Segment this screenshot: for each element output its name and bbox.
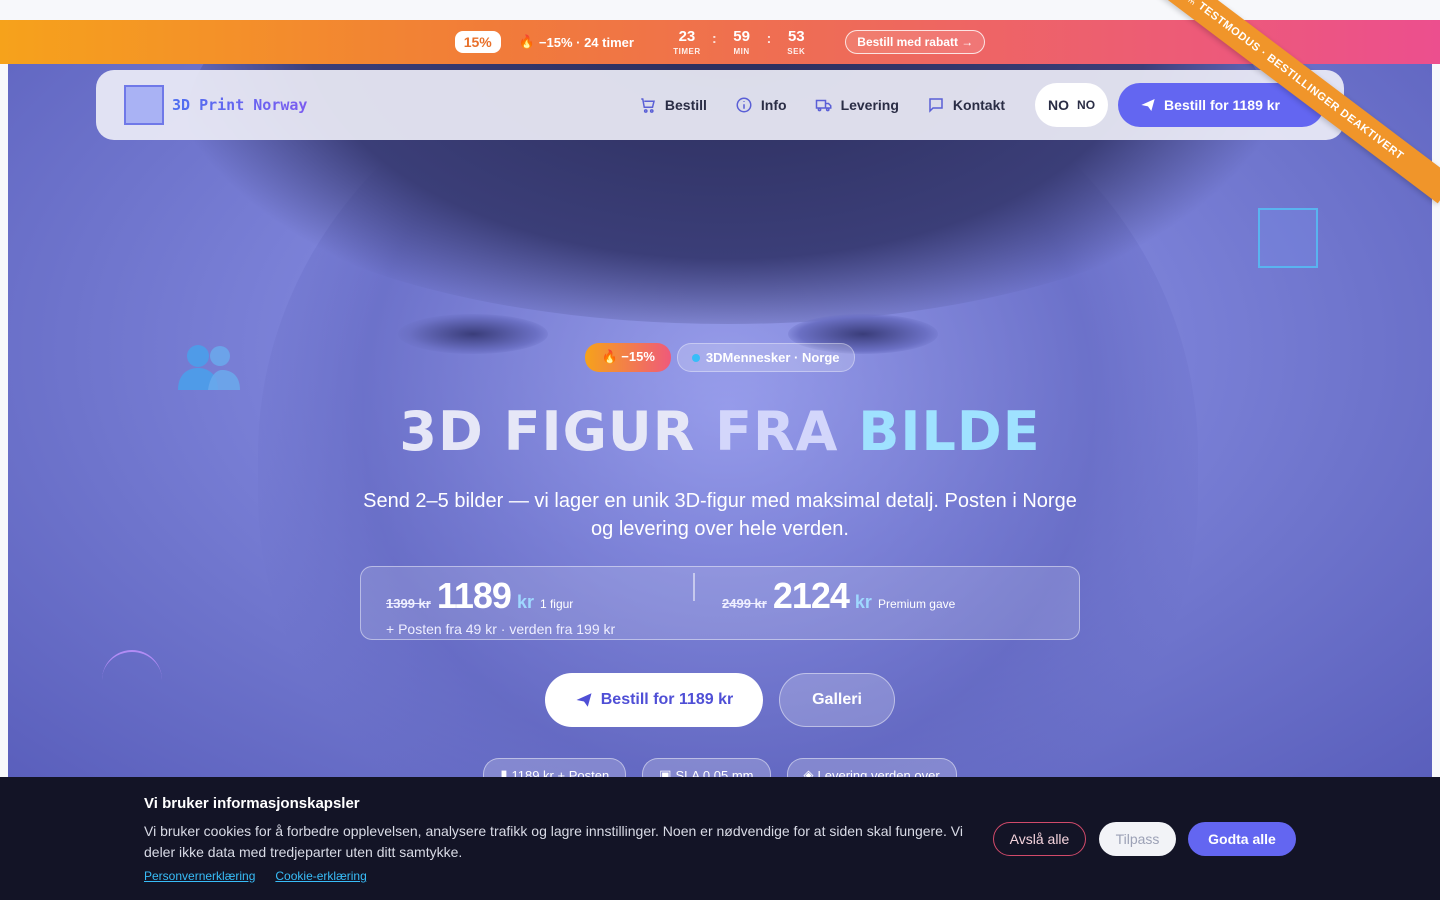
timer-seconds-label: SEK — [787, 46, 806, 56]
nav-link-label: Info — [760, 97, 787, 113]
timer-minutes-label: MIN — [733, 46, 750, 56]
cookie-text: Vi bruker cookies for å forbedre oppleve… — [144, 823, 963, 860]
timer-seconds: 53 SEK — [779, 27, 813, 56]
discount-hot-badge: 🔥 −15% — [585, 343, 671, 372]
fire-icon: 🔥 — [518, 34, 535, 49]
hero-order-label: Bestill for 1189 kr — [600, 691, 734, 708]
language-flag: NO — [1048, 97, 1070, 113]
timer-separator: : — [711, 29, 717, 46]
nav-link-label: Levering — [840, 97, 899, 113]
price-card: 1399 kr 1189 kr 1 figur 2499 kr 2124 kr … — [360, 566, 1080, 640]
promo-order-button[interactable]: Bestill med rabatt → — [845, 30, 986, 54]
status-dot-icon — [691, 353, 700, 362]
timer-seconds-value: 53 — [787, 27, 805, 45]
hero-title-part: FRA — [715, 400, 859, 463]
brand-badge-label: 3DMennesker · Norge — [705, 350, 840, 365]
nav-order-label: Bestill for 1189 kr — [1164, 97, 1280, 113]
old-price: 2499 kr — [722, 596, 767, 611]
timer-minutes-value: 59 — [733, 27, 750, 45]
nav-link-levering[interactable]: Levering — [815, 96, 899, 114]
chat-icon — [929, 98, 943, 113]
cookie-policy-link[interactable]: Cookie-erklæring — [275, 869, 366, 883]
price-note: 1 figur — [539, 597, 574, 611]
send-icon — [576, 693, 592, 707]
hero-subtitle: Send 2–5 bilder — vi lager en unik 3D-fi… — [363, 490, 1077, 540]
deal-label: −15% · 24 timer — [538, 34, 634, 50]
discount-hot-label: −15% — [621, 349, 655, 364]
brand-badge: 3DMennesker · Norge — [676, 343, 855, 372]
nav-link-label: Kontakt — [952, 97, 1006, 113]
fire-icon: 🔥 — [601, 349, 618, 364]
send-icon — [1141, 99, 1155, 111]
accept-all-button[interactable]: Godta alle — [1188, 822, 1296, 856]
main-navbar: 3D Print Norway Bestill Info Levering Ko… — [96, 70, 1344, 140]
hero-order-button[interactable]: Bestill for 1189 kr — [545, 673, 763, 727]
timer-minutes: 59 MIN — [725, 27, 759, 56]
discount-badge: 15% — [454, 31, 501, 53]
price-premium: 2499 kr 2124 kr Premium gave — [722, 575, 955, 617]
new-price: 1189 — [436, 575, 512, 616]
decorative-square — [1258, 208, 1318, 268]
deal-text: 🔥 −15% · 24 timer — [519, 34, 634, 50]
hero-title-highlight: BILDE — [858, 400, 1041, 463]
shipping-info: + Posten fra 49 kr · verden fra 199 kr — [386, 621, 616, 637]
language-selector[interactable]: NO NO — [1035, 83, 1109, 127]
truck-icon — [815, 99, 832, 112]
privacy-policy-link[interactable]: Personvernerklæring — [144, 869, 255, 883]
nav-links: Bestill Info Levering Kontakt — [639, 96, 1005, 114]
hero-badges: 🔥 −15% 3DMennesker · Norge — [0, 343, 1440, 372]
hero-title-part: 3D FIGUR — [399, 400, 716, 463]
cookie-banner: Vi bruker informasjonskapsler Vi bruker … — [0, 777, 1440, 900]
timer-hours-label: TIMER — [673, 46, 701, 56]
logo-text[interactable]: 3D Print Norway — [172, 96, 307, 114]
price-note: Premium gave — [877, 597, 956, 611]
customize-button[interactable]: Tilpass — [1099, 822, 1176, 856]
price-divider — [693, 573, 695, 601]
price-single: 1399 kr 1189 kr 1 figur — [386, 575, 573, 617]
currency: kr — [516, 592, 534, 612]
decorative-arc — [102, 650, 162, 710]
logo-icon[interactable] — [124, 85, 164, 125]
old-price: 1399 kr — [386, 596, 431, 611]
nav-link-bestill[interactable]: Bestill — [639, 96, 707, 114]
nav-link-label: Bestill — [664, 97, 707, 113]
info-icon — [736, 97, 752, 113]
nav-link-info[interactable]: Info — [735, 96, 787, 114]
reject-all-button[interactable]: Avslå alle — [993, 822, 1086, 856]
new-price: 2124 — [772, 575, 850, 616]
currency: kr — [854, 592, 872, 612]
nav-link-kontakt[interactable]: Kontakt — [927, 96, 1005, 114]
cookie-title: Vi bruker informasjonskapsler — [144, 795, 360, 812]
countdown-timer: 23 TIMER : 59 MIN : 53 SEK — [670, 27, 813, 56]
timer-separator: : — [766, 29, 772, 46]
cookie-links: Personvernerklæring Cookie-erklæring — [144, 869, 367, 883]
gallery-button[interactable]: Galleri — [779, 673, 895, 727]
timer-hours: 23 TIMER — [670, 27, 704, 56]
hero-title: 3D FIGUR FRA BILDE — [0, 400, 1440, 463]
language-code: NO — [1077, 98, 1096, 112]
cart-icon — [641, 98, 655, 113]
timer-hours-value: 23 — [678, 27, 696, 45]
